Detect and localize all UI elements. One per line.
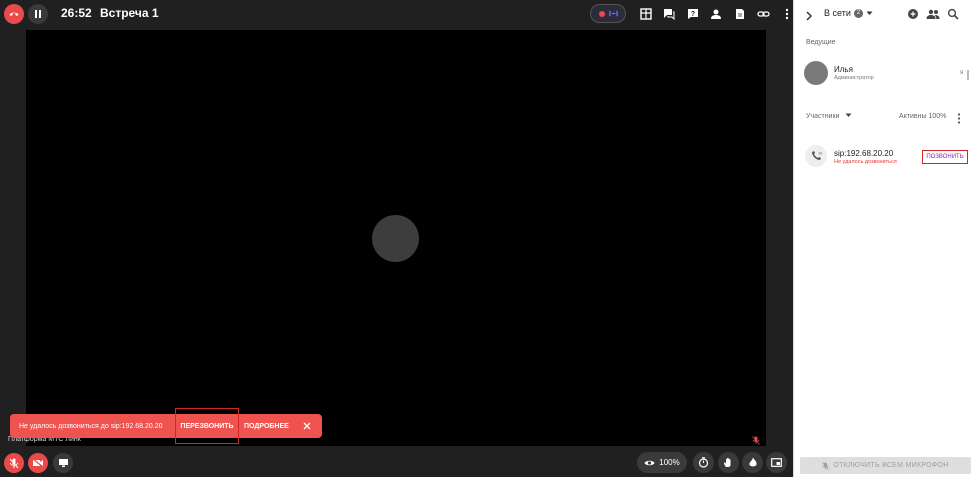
sidebar-header-actions [907, 7, 959, 25]
flame-icon [748, 457, 757, 467]
participants-label: Участники [806, 113, 840, 120]
phone-hangup-icon [9, 12, 19, 16]
scrollbar[interactable] [967, 70, 969, 80]
question-icon[interactable]: ? [681, 6, 705, 22]
stopwatch-icon [698, 457, 709, 468]
hand-icon [724, 458, 731, 467]
sip-phone-icon: SIP [805, 145, 827, 167]
reactions-button[interactable] [742, 452, 763, 473]
hosts-section-label: Ведущие [806, 39, 836, 46]
call-button[interactable]: ПОЗВОНИТЬ [922, 150, 968, 164]
more-vertical-icon[interactable] [957, 111, 961, 129]
chat-icon[interactable] [658, 6, 682, 22]
screen-share-button[interactable] [53, 453, 73, 473]
toast-retry-button[interactable]: ПЕРЕЗВОНИТЬ [175, 408, 239, 444]
online-label: В сети [824, 8, 851, 18]
link-icon[interactable] [752, 6, 776, 22]
search-icon[interactable] [947, 7, 959, 25]
participant-avatar-placeholder [372, 215, 419, 262]
sip-participant-name: sip:192.68.20.20 [834, 149, 894, 158]
toast-message: Не удалось дозвониться до sip:192.68.20.… [19, 422, 163, 430]
pip-icon [771, 458, 782, 467]
caret-down-icon [866, 11, 873, 15]
host-me-label: я [960, 70, 964, 76]
broadcast-icon [608, 10, 618, 17]
avatar [804, 61, 828, 85]
svg-text:?: ? [691, 11, 695, 18]
host-name: Илья [834, 65, 853, 74]
mic-off-icon [822, 461, 830, 470]
zoom-value: 100% [659, 458, 680, 467]
online-count-badge: 2 [853, 8, 863, 18]
top-icon-group: ? [634, 6, 799, 22]
chevron-right-icon[interactable] [805, 8, 813, 26]
picture-in-picture-button[interactable] [766, 452, 787, 473]
sip-participant-status: Не удалось дозвониться [834, 159, 897, 165]
close-icon[interactable] [301, 420, 313, 432]
top-toolbar: 26:52 Встреча 1 ? [0, 0, 793, 28]
document-icon[interactable] [728, 6, 752, 22]
mic-toggle-button[interactable] [4, 453, 24, 473]
record-dot-icon [598, 10, 605, 17]
group-icon[interactable] [926, 7, 940, 25]
camera-toggle-button[interactable] [28, 453, 48, 473]
toast-details-button[interactable]: ПОДРОБНЕЕ [244, 414, 289, 438]
camera-off-icon [32, 458, 44, 468]
error-toast: Не удалось дозвониться до sip:192.68.20.… [10, 408, 322, 444]
raise-hand-button[interactable] [718, 452, 739, 473]
app-window: 26:52 Встреча 1 ? Платформа МТС Линк Не … [0, 0, 973, 477]
online-filter-dropdown[interactable]: В сети 2 [824, 8, 873, 18]
mic-off-icon [9, 458, 19, 468]
main-area: 26:52 Встреча 1 ? Платформа МТС Линк Не … [0, 0, 793, 477]
caret-down-icon [845, 113, 852, 117]
svg-text:SIP: SIP [819, 152, 823, 156]
hangup-button[interactable] [4, 4, 24, 24]
participants-sidebar: В сети 2 Ведущие Илья Администратор я Уч… [793, 0, 973, 477]
layout-icon[interactable] [634, 6, 658, 22]
person-icon[interactable] [705, 6, 729, 22]
mute-all-button[interactable]: ОТКЛЮЧИТЬ ВСЕМ МИКРОФОН [800, 457, 971, 474]
timer-button[interactable] [693, 452, 714, 473]
pause-icon [35, 10, 41, 18]
meeting-timer: 26:52 [61, 6, 92, 20]
recording-indicator[interactable] [590, 4, 626, 23]
mute-all-label: ОТКЛЮЧИТЬ ВСЕМ МИКРОФОН [833, 462, 949, 469]
mic-off-icon [752, 432, 760, 450]
add-circle-icon[interactable] [907, 7, 919, 25]
meeting-title: Встреча 1 [100, 6, 159, 20]
zoom-control[interactable]: 100% [637, 452, 687, 473]
eye-icon [644, 460, 655, 465]
host-role: Администратор [834, 75, 874, 81]
monitor-icon [58, 459, 68, 467]
pause-button[interactable] [28, 4, 48, 24]
active-percentage: Активны 100% [899, 113, 947, 120]
